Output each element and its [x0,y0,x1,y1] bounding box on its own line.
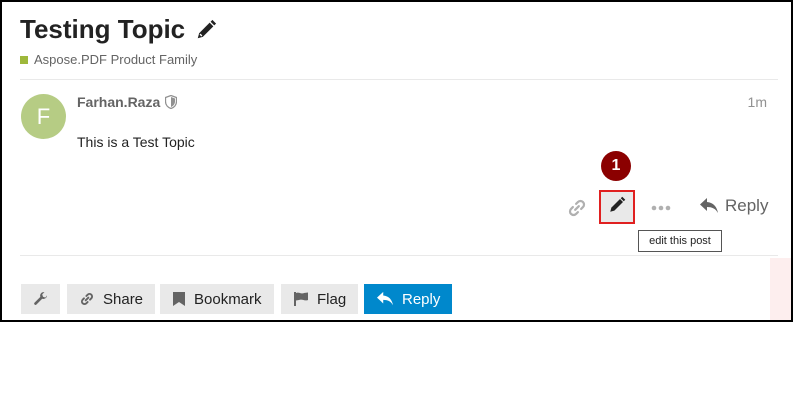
flag-icon [294,292,308,306]
flag-button[interactable]: Flag [281,284,359,314]
divider [20,255,778,256]
avatar[interactable]: F [21,94,66,139]
edit-tooltip: edit this post [638,230,722,252]
bookmark-icon [173,292,185,306]
avatar-letter: F [36,103,51,129]
post-reply-button[interactable]: Reply [699,196,768,216]
share-button[interactable]: Share [67,284,156,314]
pencil-icon[interactable] [195,19,217,41]
share-label: Share [103,290,144,308]
divider [20,79,778,80]
edit-post-button[interactable] [599,190,635,224]
flag-label: Flag [317,290,347,308]
step-number-badge: 1 [601,151,631,181]
title-row: Testing Topic [20,14,217,45]
reply-icon [700,198,718,213]
admin-wrench-button[interactable] [21,284,60,314]
wrench-icon [33,292,47,305]
shield-icon [165,94,178,110]
post-author: Farhan.Raza [77,94,178,110]
bookmark-label: Bookmark [194,290,262,308]
reply-icon [377,291,393,306]
category-color-swatch [20,55,28,64]
post-timestamp[interactable]: 1m [748,94,767,110]
topic-reply-label: Reply [402,290,441,308]
ellipsis-icon[interactable] [650,198,672,218]
post-body: This is a Test Topic [77,134,195,150]
bookmark-button[interactable]: Bookmark [160,284,274,314]
category-name: Aspose.PDF Product Family [34,52,198,67]
username-link[interactable]: Farhan.Raza [77,94,160,110]
topic-reply-button[interactable]: Reply [364,284,453,314]
link-icon[interactable] [566,197,588,219]
category-badge[interactable]: Aspose.PDF Product Family [20,52,197,67]
background-strip [770,258,791,320]
topic-title: Testing Topic [20,14,186,44]
pencil-icon [608,196,626,219]
link-icon [80,292,94,306]
topic-panel: Testing Topic Aspose.PDF Product Family … [0,0,793,322]
post-reply-label: Reply [725,196,769,215]
